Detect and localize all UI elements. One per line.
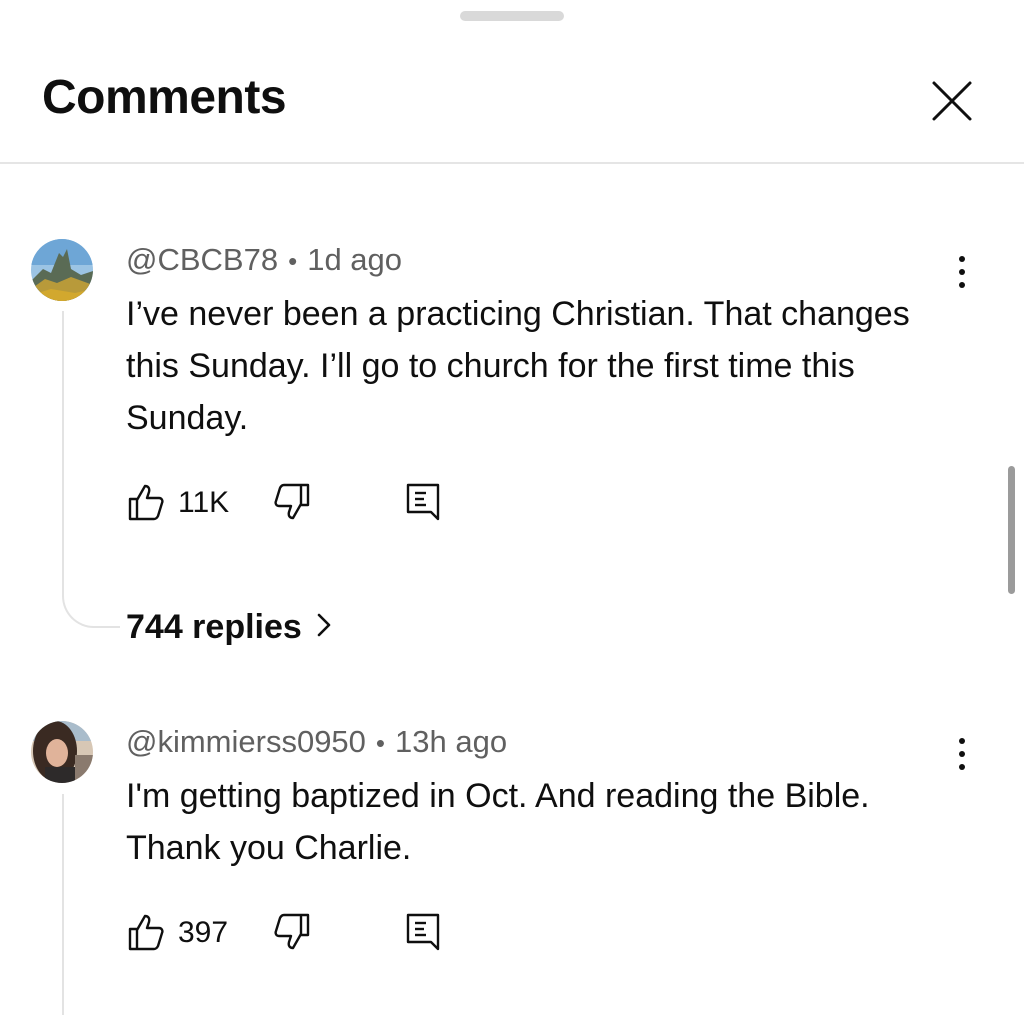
- meta-separator: •: [375, 728, 386, 758]
- avatar[interactable]: [31, 721, 93, 783]
- comment-author[interactable]: @CBCB78: [126, 242, 278, 277]
- reply-comment-icon: [406, 483, 440, 521]
- thumbs-up-icon: [128, 484, 164, 521]
- thumbs-down-icon: [274, 483, 310, 520]
- comment-author[interactable]: @kimmierss0950: [126, 724, 366, 759]
- reply-comment-icon: [406, 913, 440, 951]
- view-replies-button[interactable]: 744 replies: [126, 608, 334, 649]
- more-options-button[interactable]: [944, 252, 980, 292]
- comment-time: 1d ago: [307, 242, 403, 277]
- sheet-title: Comments: [42, 71, 287, 124]
- thread-line: [62, 311, 64, 597]
- comment-text: I’ve never been a practicing Christian. …: [126, 295, 910, 437]
- close-icon: [932, 81, 972, 121]
- avatar[interactable]: [31, 239, 93, 301]
- replies-label: 744 replies: [126, 608, 302, 646]
- comment-time: 13h ago: [395, 724, 508, 759]
- landscape-avatar-icon: [31, 239, 93, 301]
- thumbs-up-icon: [128, 914, 164, 951]
- dislike-button[interactable]: [272, 912, 312, 952]
- person-avatar-icon: [31, 721, 93, 783]
- like-count: 397: [178, 916, 229, 949]
- reply-button[interactable]: [404, 482, 444, 522]
- like-button[interactable]: [126, 482, 166, 522]
- comments-sheet: Comments @CBCB78 • 1d ago I’ve never been …: [0, 0, 1024, 1015]
- scrollbar[interactable]: [1008, 466, 1015, 594]
- chevron-right-icon: [314, 610, 334, 649]
- comment-text: I'm getting baptized in Oct. And reading…: [126, 777, 870, 867]
- meta-separator: •: [288, 246, 298, 276]
- thread-curve: [62, 596, 120, 628]
- like-button[interactable]: [126, 912, 166, 952]
- like-count: 11K: [178, 486, 230, 519]
- dislike-button[interactable]: [272, 482, 312, 522]
- drag-handle[interactable]: [460, 11, 564, 21]
- comment-meta: @CBCB78 • 1d ago: [126, 242, 402, 278]
- reply-button[interactable]: [404, 912, 444, 952]
- header-divider: [0, 162, 1024, 164]
- thread-line: [62, 794, 64, 1015]
- comment-meta: @kimmierss0950 • 13h ago: [126, 724, 507, 760]
- more-options-button[interactable]: [944, 734, 980, 774]
- close-button[interactable]: [924, 73, 980, 129]
- thumbs-down-icon: [274, 913, 310, 950]
